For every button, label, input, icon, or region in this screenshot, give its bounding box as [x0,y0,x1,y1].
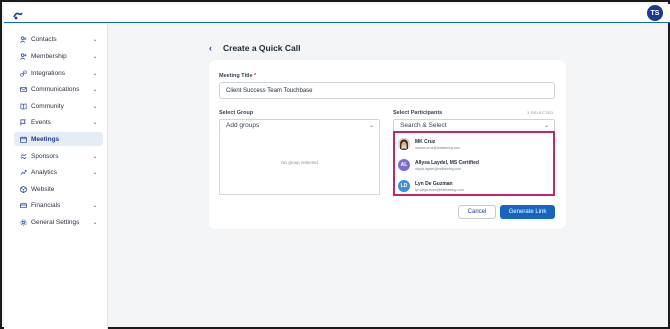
participant-email: marian.cruz@trailseeing.com [415,146,461,150]
sidebar-item-label: Sponsors [31,152,59,160]
contacts-icon [18,36,28,43]
sidebar-item-label: Analytics [31,168,58,176]
chevron-down-icon: ⌄ [92,119,98,126]
selected-groups-panel: No group selected [219,131,380,195]
website-icon [18,185,28,193]
chevron-down-icon: ⌄ [92,103,98,110]
participant-initials-avatar: AL [398,159,410,171]
participant-email: lyn.deguzman@trailseeing.com [415,188,464,192]
chevron-down-icon: ⌄ [92,202,98,209]
sidebar-item-financials[interactable]: Financials ⌄ [14,198,103,212]
sidebar-item-label: Meetings [31,135,60,143]
sidebar-item-label: Membership [31,52,67,60]
participants-search-placeholder: Search & Select [400,122,447,129]
group-select-placeholder: Add groups [226,122,260,129]
sidebar-item-label: Events [31,118,51,126]
events-icon [18,119,28,126]
generate-link-button[interactable]: Generate Link [500,205,555,219]
sidebar-item-label: Financials [31,201,61,209]
sidebar: Contacts ⌄ Membership ⌄ Integrations ⌄ C… [4,24,108,329]
sidebar-item-website[interactable]: Website [14,182,103,196]
required-mark: * [254,73,257,79]
user-avatar[interactable]: TS [647,5,663,21]
chevron-down-icon: ⌄ [92,219,98,226]
back-chevron-icon[interactable]: ‹ [209,43,212,53]
meeting-title-input[interactable]: Client Success Team Touchbase [219,82,555,99]
sidebar-item-label: Community [31,102,64,110]
integrations-icon [18,70,28,77]
sidebar-item-meetings[interactable]: Meetings [14,132,103,146]
chevron-down-icon: ⌄ [92,70,98,77]
chevron-down-icon: ⌄ [92,169,98,176]
participant-item[interactable]: MK Cruz marian.cruz@trailseeing.com [397,136,547,152]
financials-icon [18,202,28,209]
participant-name: Lyn De Guzman [415,181,453,187]
chevron-down-icon: ⌄ [92,153,98,160]
community-icon [18,103,28,110]
sidebar-item-events[interactable]: Events ⌄ [14,115,103,129]
selected-participants-list: MK Cruz marian.cruz@trailseeing.com AL A… [393,131,555,196]
sidebar-item-analytics[interactable]: Analytics ⌄ [14,165,103,179]
sidebar-item-membership[interactable]: Membership ⌄ [14,49,103,63]
meetings-icon [18,135,28,143]
sidebar-item-label: Integrations [31,69,65,77]
brand-logo-icon[interactable] [13,8,23,20]
sponsors-icon [18,153,28,160]
analytics-icon [18,169,28,176]
communications-icon [18,86,28,93]
chevron-down-icon: ⌄ [368,123,374,129]
sidebar-item-label: Contacts [31,35,57,43]
sidebar-item-general-settings[interactable]: General Settings ⌄ [14,215,103,229]
select-participants-label: Select Participants [393,110,443,116]
cancel-button[interactable]: Cancel [458,205,496,219]
settings-icon [18,219,28,226]
meeting-title-label: Meeting Title * [219,73,257,79]
chevron-down-icon: ⌄ [92,36,98,43]
sidebar-item-contacts[interactable]: Contacts ⌄ [14,32,103,46]
select-group-label: Select Group [219,110,254,116]
sidebar-item-label: General Settings [31,218,80,226]
top-bar: TS [4,4,670,23]
membership-icon [18,53,28,60]
participant-email: allysa.laydel@trailseeing.com [415,167,462,171]
page-title: Create a Quick Call [223,43,301,53]
app-window: TS Contacts ⌄ Membership ⌄ Integrations … [0,0,670,329]
participant-item[interactable]: LD Lyn De Guzman lyn.deguzman@trailseein… [397,178,547,194]
sidebar-item-label: Website [31,185,55,193]
chevron-down-icon: ⌄ [92,86,98,93]
sidebar-item-communications[interactable]: Communications ⌄ [14,82,103,96]
participant-item[interactable]: AL Allysa Laydel, MS Certified allysa.la… [397,157,547,173]
sidebar-item-community[interactable]: Community ⌄ [14,99,103,113]
sidebar-item-label: Communications [31,85,80,93]
participant-photo-avatar [398,138,410,150]
participant-initials-avatar: LD [398,180,410,192]
chevron-down-icon: ⌄ [92,53,98,60]
group-empty-text: No group selected [281,160,318,165]
sidebar-item-integrations[interactable]: Integrations ⌄ [14,66,103,80]
participant-name: Allysa Laydel, MS Certified [415,160,479,166]
sidebar-item-sponsors[interactable]: Sponsors ⌄ [14,149,103,163]
chevron-down-icon: ⌄ [543,123,549,129]
participant-name: MK Cruz [415,139,436,145]
selected-count: 3 SELECTED [527,110,554,115]
